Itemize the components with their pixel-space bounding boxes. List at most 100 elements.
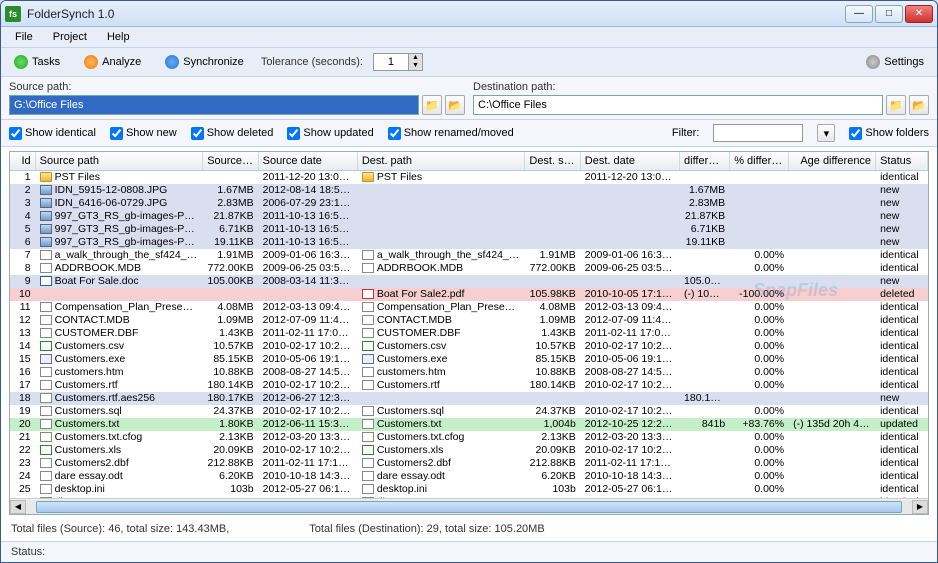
table-row[interactable]: 10Boat For Sale2.pdf105.98KB2010-10-05 1…: [10, 288, 928, 301]
show-renamed-checkbox[interactable]: Show renamed/moved: [388, 127, 514, 140]
file-icon: [40, 393, 52, 403]
file-icon: [362, 328, 374, 338]
tasks-button[interactable]: Tasks: [7, 52, 67, 72]
col-age-difference[interactable]: Age difference: [789, 152, 876, 170]
source-open-button[interactable]: 📂: [445, 95, 465, 115]
analyze-icon: [84, 55, 98, 69]
file-icon: [362, 341, 374, 351]
show-deleted-checkbox[interactable]: Show deleted: [191, 127, 274, 140]
tolerance-down[interactable]: ▼: [408, 62, 422, 70]
scroll-right[interactable]: ▶: [912, 500, 928, 514]
scroll-left[interactable]: ◀: [10, 500, 26, 514]
file-icon: [40, 315, 52, 325]
maximize-button[interactable]: □: [875, 5, 903, 23]
table-row[interactable]: 13CUSTOMER.DBF1.43KB2011-02-11 17:08:49C…: [10, 327, 928, 340]
filter-label: Filter:: [672, 127, 700, 139]
table-row[interactable]: 6997_GT3_RS_gb-images-P7-3.jpg19.11KB201…: [10, 236, 928, 249]
settings-button[interactable]: Settings: [859, 52, 931, 72]
col-dest-path[interactable]: Dest. path: [358, 152, 526, 170]
file-icon: [362, 315, 374, 325]
file-icon: [40, 380, 52, 390]
dest-path-label: Destination path:: [473, 81, 929, 93]
menu-project[interactable]: Project: [45, 29, 95, 45]
source-path-input[interactable]: [9, 95, 419, 115]
synchronize-icon: [165, 55, 179, 69]
filters-bar: Show identical Show new Show deleted Sho…: [1, 120, 937, 147]
table-row[interactable]: 12CONTACT.MDB1.09MB2012-07-09 11:44:29CO…: [10, 314, 928, 327]
analyze-button[interactable]: Analyze: [77, 52, 148, 72]
col-difference[interactable]: difference: [680, 152, 730, 170]
menu-file[interactable]: File: [7, 29, 41, 45]
col-status[interactable]: Status: [876, 152, 928, 170]
dest-path-input[interactable]: [473, 95, 883, 115]
show-updated-checkbox[interactable]: Show updated: [287, 127, 373, 140]
dest-browse-button[interactable]: 📁: [886, 95, 906, 115]
col-dest-size[interactable]: Dest. size: [525, 152, 580, 170]
file-icon: [362, 419, 374, 429]
table-row[interactable]: 24dare essay.odt6.20KB2010-10-18 14:30:5…: [10, 470, 928, 483]
table-row[interactable]: 22Customers.xls20.09KB2010-02-17 10:27:5…: [10, 444, 928, 457]
file-icon: [40, 341, 52, 351]
filter-clear-button[interactable]: ▾: [817, 124, 835, 142]
filter-input[interactable]: [713, 124, 803, 142]
show-folders-checkbox[interactable]: Show folders: [849, 127, 929, 140]
file-icon: [40, 237, 52, 247]
titlebar: fs FolderSynch 1.0 — □ ✕: [1, 1, 937, 27]
file-icon: [40, 445, 52, 455]
minimize-button[interactable]: —: [845, 5, 873, 23]
col-source-size[interactable]: Source size: [203, 152, 258, 170]
grid-body[interactable]: 1PST Files2011-12-20 13:06:18PST Files20…: [10, 171, 928, 498]
table-row[interactable]: 16customers.htm10.88KB2008-08-27 14:59:2…: [10, 366, 928, 379]
table-row[interactable]: 2IDN_5915-12-0808.JPG1.67MB2012-08-14 18…: [10, 184, 928, 197]
file-icon: [362, 484, 374, 494]
dest-open-button[interactable]: 📂: [909, 95, 929, 115]
file-icon: [40, 354, 52, 364]
table-row[interactable]: 23Customers2.dbf212.88KB2011-02-11 17:14…: [10, 457, 928, 470]
table-row[interactable]: 18Customers.rtf.aes256180.17KB2012-06-27…: [10, 392, 928, 405]
table-row[interactable]: 17Customers.rtf180.14KB2010-02-17 10:29:…: [10, 379, 928, 392]
file-icon: [40, 172, 52, 182]
close-button[interactable]: ✕: [905, 5, 933, 23]
horizontal-scrollbar[interactable]: ◀ ▶: [10, 498, 928, 514]
summary-dest: Total files (Destination): 29, total siz…: [309, 523, 544, 535]
file-icon: [40, 419, 52, 429]
col-pct-difference[interactable]: % difference: [730, 152, 789, 170]
show-identical-checkbox[interactable]: Show identical: [9, 127, 96, 140]
tolerance-spinner[interactable]: ▲▼: [373, 53, 423, 71]
table-row[interactable]: 7a_walk_through_the_sf424_rr.ppt1.91MB20…: [10, 249, 928, 262]
source-browse-button[interactable]: 📁: [422, 95, 442, 115]
file-icon: [40, 484, 52, 494]
table-row[interactable]: 19Customers.sql24.37KB2010-02-17 10:28:1…: [10, 405, 928, 418]
file-icon: [40, 263, 52, 273]
scroll-thumb[interactable]: [36, 501, 902, 513]
col-dest-date[interactable]: Dest. date: [581, 152, 680, 170]
folder-icon: 📁: [889, 99, 903, 112]
table-row[interactable]: 14Customers.csv10.57KB2010-02-17 10:25:0…: [10, 340, 928, 353]
col-source-date[interactable]: Source date: [259, 152, 358, 170]
window-title: FolderSynch 1.0: [27, 7, 845, 21]
tolerance-up[interactable]: ▲: [408, 54, 422, 62]
table-row[interactable]: 25desktop.ini103b2012-05-27 06:15:48desk…: [10, 483, 928, 496]
table-row[interactable]: 5997_GT3_RS_gb-images-P37-4.jpg6.71KB201…: [10, 223, 928, 236]
table-row[interactable]: 4997_GT3_RS_gb-images-P11-2.jpg21.87KB20…: [10, 210, 928, 223]
col-id[interactable]: Id: [10, 152, 36, 170]
file-icon: [362, 250, 374, 260]
table-row[interactable]: 11Compensation_Plan_Presentation...4.08M…: [10, 301, 928, 314]
table-row[interactable]: 15Customers.exe85.15KB2010-05-06 19:13:3…: [10, 353, 928, 366]
summary-bar: Total files (Source): 46, total size: 14…: [1, 517, 937, 541]
synchronize-button[interactable]: Synchronize: [158, 52, 251, 72]
table-row[interactable]: 3IDN_6416-06-0729.JPG2.83MB2006-07-29 23…: [10, 197, 928, 210]
table-row[interactable]: 1PST Files2011-12-20 13:06:18PST Files20…: [10, 171, 928, 184]
file-icon: [40, 458, 52, 468]
col-source-path[interactable]: Source path: [36, 152, 204, 170]
show-new-checkbox[interactable]: Show new: [110, 127, 177, 140]
toolbar: Tasks Analyze Synchronize Tolerance (sec…: [1, 48, 937, 77]
app-icon: fs: [5, 6, 21, 22]
table-row[interactable]: 20Customers.txt1.80KB2012-06-11 15:36:02…: [10, 418, 928, 431]
folder-open-icon: 📂: [448, 99, 462, 112]
table-row[interactable]: 8ADDRBOOK.MDB772.00KB2009-06-25 03:59:00…: [10, 262, 928, 275]
table-row[interactable]: 9Boat For Sale.doc105.00KB2008-03-14 11:…: [10, 275, 928, 288]
tolerance-input[interactable]: [374, 54, 408, 70]
table-row[interactable]: 21Customers.txt.cfog2.13KB2012-03-20 13:…: [10, 431, 928, 444]
menu-help[interactable]: Help: [99, 29, 138, 45]
